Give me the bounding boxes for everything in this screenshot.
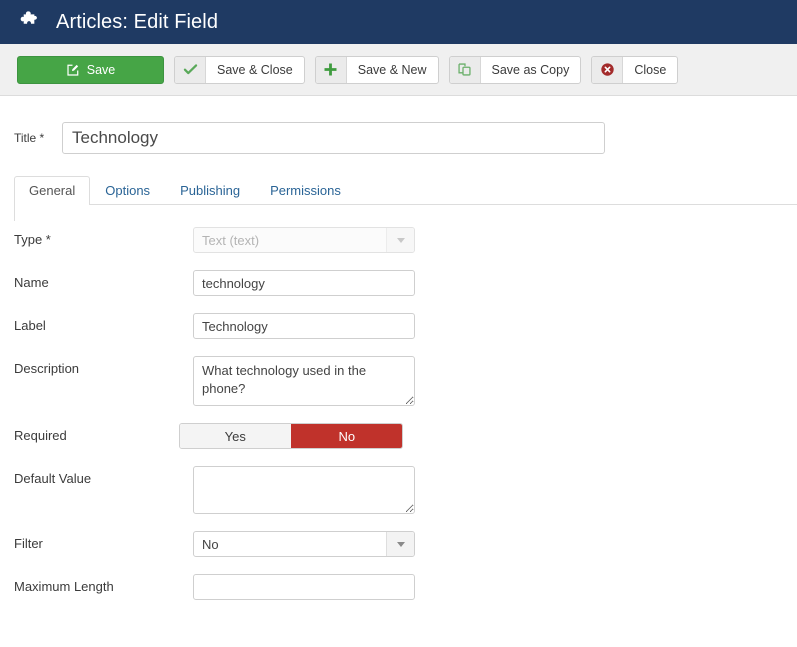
type-select-value: Text (text)	[202, 232, 260, 248]
cancel-circle-icon	[592, 56, 624, 83]
filter-select[interactable]: No	[193, 531, 415, 557]
save-as-copy-label: Save as Copy	[491, 62, 570, 77]
tab-publishing[interactable]: Publishing	[165, 176, 255, 205]
tab-permissions[interactable]: Permissions	[255, 176, 356, 205]
plus-icon	[315, 56, 347, 83]
name-label: Name	[14, 275, 49, 290]
required-option-yes[interactable]: Yes	[180, 424, 291, 448]
close-button-label: Close	[634, 62, 667, 77]
tab-options[interactable]: Options	[90, 176, 165, 205]
edit-pencil-icon	[67, 64, 79, 76]
default-value-textarea[interactable]	[193, 466, 415, 514]
name-input[interactable]	[193, 270, 415, 296]
chevron-down-icon	[386, 532, 414, 556]
required-option-no[interactable]: No	[290, 424, 402, 448]
type-label: Type *	[14, 232, 51, 247]
save-as-copy-button[interactable]: Save as Copy	[448, 55, 582, 84]
field-description: Description	[14, 356, 797, 406]
default-value-label: Default Value	[14, 471, 92, 486]
description-label: Description	[14, 361, 80, 376]
label-label: Label	[14, 318, 46, 333]
save-button-label: Save	[86, 62, 116, 77]
maximum-length-input[interactable]	[193, 574, 415, 600]
general-tab-panel: Type * Text (text) Name Label Descriptio…	[0, 205, 797, 600]
title-row: Title *	[0, 96, 797, 154]
maximum-length-label: Maximum Length	[14, 579, 114, 594]
page-header: Articles: Edit Field	[0, 0, 797, 44]
save-and-close-label: Save & Close	[217, 62, 293, 77]
field-name: Name	[14, 270, 797, 296]
panel-left-border	[14, 205, 15, 221]
copy-icon	[449, 56, 481, 83]
save-and-new-button[interactable]: Save & New	[314, 55, 439, 84]
field-maximum-length: Maximum Length	[14, 574, 797, 600]
required-label: Required	[14, 428, 67, 443]
type-select: Text (text)	[193, 227, 415, 253]
required-toggle: Yes No	[179, 423, 403, 449]
field-filter: Filter No	[14, 531, 797, 557]
title-input[interactable]	[62, 122, 605, 154]
field-required: Required Yes No	[14, 423, 797, 449]
description-textarea[interactable]	[193, 356, 415, 406]
title-label: Title *	[14, 131, 45, 145]
close-button[interactable]: Close	[591, 55, 679, 84]
chevron-down-icon	[386, 228, 414, 252]
save-button[interactable]: Save	[17, 55, 164, 84]
tab-bar: General Options Publishing Permissions	[14, 176, 797, 205]
field-label: Label	[14, 313, 797, 339]
label-input[interactable]	[193, 313, 415, 339]
save-and-close-button[interactable]: Save & Close	[174, 55, 305, 84]
filter-label: Filter	[14, 536, 43, 551]
page-title: Articles: Edit Field	[56, 10, 219, 33]
filter-select-value: No	[202, 536, 219, 552]
check-icon	[175, 56, 206, 83]
tab-general[interactable]: General	[14, 176, 91, 205]
field-type: Type * Text (text)	[14, 227, 797, 253]
toolbar: Save Save & Close Save & New Save as Cop…	[0, 44, 797, 96]
save-and-new-label: Save & New	[357, 62, 427, 77]
puzzle-piece-icon	[20, 11, 37, 24]
field-default-value: Default Value	[14, 466, 797, 514]
